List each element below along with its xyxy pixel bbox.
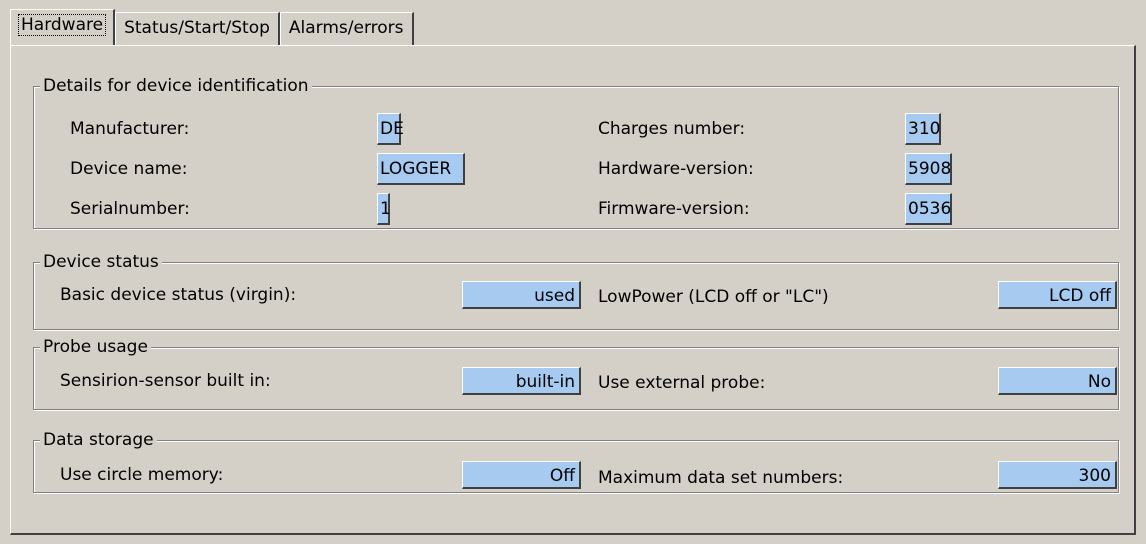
sensirion-sensor-label: Sensirion-sensor built in: [60, 371, 271, 391]
device-name-value: LOGGER [377, 153, 465, 185]
tab-hardware[interactable]: Hardware [10, 9, 116, 45]
external-probe-label: Use external probe: [598, 373, 766, 393]
tab-alarms-errors[interactable]: Alarms/errors [279, 12, 414, 45]
firmware-version-label: Firmware-version: [598, 199, 750, 219]
device-status-title: Device status [40, 250, 162, 274]
identification-group: Details for device identification [33, 74, 1119, 229]
hardware-version-value: 5908 [905, 153, 952, 185]
external-probe-value: No [998, 367, 1117, 395]
tab-status-start-stop[interactable]: Status/Start/Stop [115, 12, 280, 45]
charges-number-label: Charges number: [598, 119, 746, 139]
data-storage-title: Data storage [40, 428, 157, 452]
tab-bar: Hardware Status/Start/Stop Alarms/errors [10, 9, 414, 46]
max-data-set-value: 300 [998, 461, 1117, 489]
serialnumber-value: 1 [377, 193, 391, 225]
circle-memory-label: Use circle memory: [60, 465, 224, 485]
tab-alarms-label: Alarms/errors [288, 18, 404, 38]
serialnumber-label: Serialnumber: [70, 199, 190, 219]
circle-memory-value: Off [462, 461, 581, 489]
sensirion-sensor-value: built-in [462, 367, 581, 395]
basic-device-status-value: used [462, 281, 581, 309]
lowpower-label: LowPower (LCD off or "LC") [598, 287, 829, 307]
device-name-label: Device name: [70, 159, 188, 179]
manufacturer-value: DE [377, 113, 404, 145]
manufacturer-label: Manufacturer: [70, 119, 190, 139]
identification-title: Details for device identification [40, 74, 312, 98]
tab-hardware-label: Hardware [17, 14, 107, 36]
basic-device-status-label: Basic device status (virgin): [60, 285, 297, 305]
probe-usage-title: Probe usage [40, 335, 151, 359]
charges-number-value: 310 [905, 113, 941, 145]
hardware-version-label: Hardware-version: [598, 159, 754, 179]
max-data-set-label: Maximum data set numbers: [598, 468, 844, 488]
firmware-version-value: 0536 [905, 193, 952, 225]
lowpower-value: LCD off [998, 281, 1117, 309]
tab-status-label: Status/Start/Stop [124, 18, 270, 38]
